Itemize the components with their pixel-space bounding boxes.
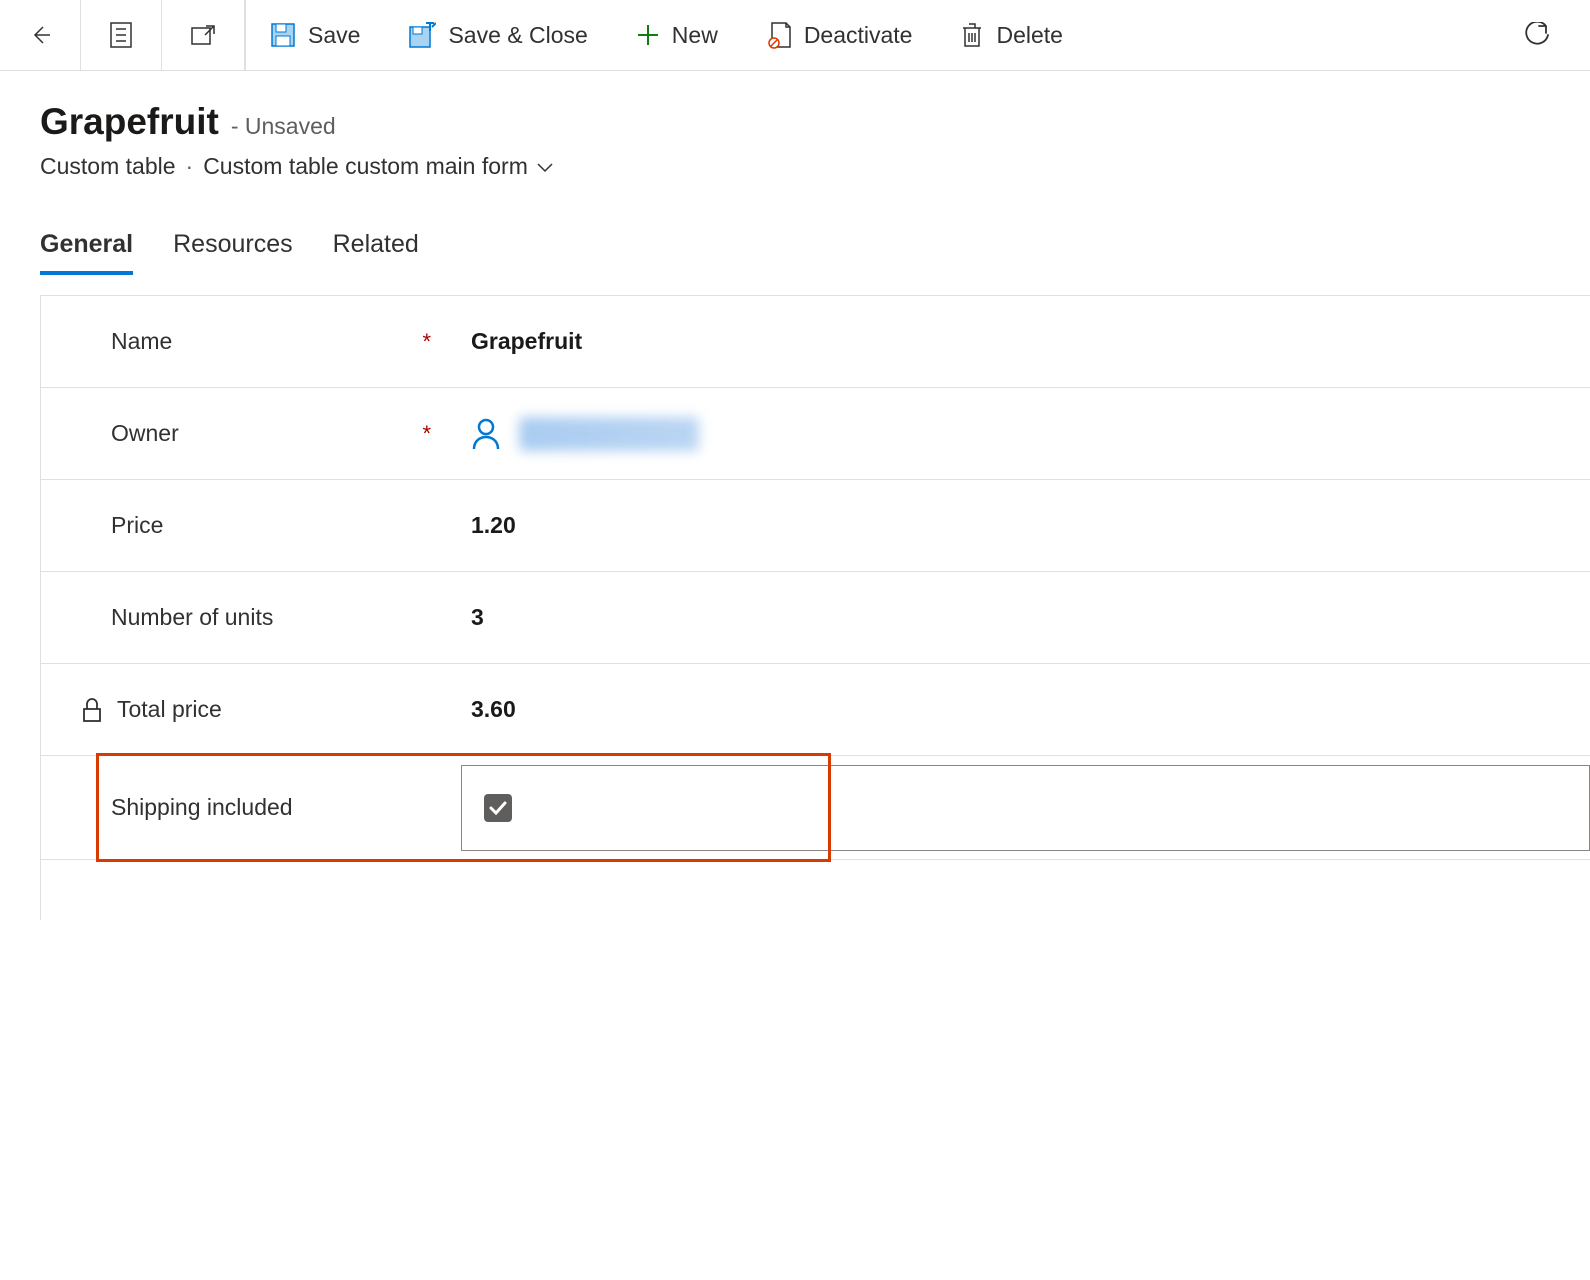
shipping-checkbox[interactable] (484, 794, 512, 822)
field-row-price: Price 1.20 (41, 480, 1590, 572)
refresh-button[interactable] (1500, 0, 1590, 70)
form-name: Custom table custom main form (203, 153, 528, 180)
popout-button[interactable] (162, 0, 245, 70)
back-button[interactable] (0, 0, 81, 70)
field-row-owner: Owner * (41, 388, 1590, 480)
back-arrow-icon (28, 23, 52, 47)
tab-resources[interactable]: Resources (173, 230, 293, 275)
save-status: - Unsaved (231, 113, 336, 140)
separator-dot: · (186, 153, 194, 180)
page-header: Grapefruit - Unsaved Custom table · Cust… (0, 71, 1590, 190)
checkmark-icon (489, 801, 507, 815)
price-input[interactable]: 1.20 (461, 512, 1590, 539)
chevron-down-icon (536, 161, 554, 173)
shipping-label: Shipping included (111, 794, 293, 821)
form-list-button[interactable] (81, 0, 162, 70)
field-row-units: Number of units 3 (41, 572, 1590, 664)
required-indicator: * (422, 421, 431, 447)
total-value-readonly: 3.60 (461, 696, 1590, 723)
tab-list: General Resources Related (0, 190, 1590, 275)
field-row-total-price: Total price 3.60 (41, 664, 1590, 756)
plus-icon (636, 23, 660, 47)
save-icon (270, 22, 296, 48)
units-label: Number of units (111, 604, 273, 631)
shipping-checkbox-wrapper[interactable] (461, 765, 1590, 851)
units-value: 3 (471, 604, 484, 631)
lock-icon (81, 697, 103, 723)
field-row-name: Name * Grapefruit (41, 296, 1590, 388)
save-button[interactable]: Save (246, 0, 384, 70)
owner-value-redacted (519, 417, 699, 451)
new-button[interactable]: New (612, 0, 742, 70)
total-value: 3.60 (471, 696, 516, 723)
price-label: Price (111, 512, 163, 539)
new-label: New (672, 22, 718, 49)
delete-button[interactable]: Delete (936, 0, 1086, 70)
form-selector[interactable]: Custom table custom main form (203, 153, 554, 180)
field-row-shipping: Shipping included (41, 756, 1590, 860)
trash-icon (960, 22, 984, 48)
owner-label: Owner (111, 420, 179, 447)
tab-related[interactable]: Related (333, 230, 419, 275)
entity-name: Custom table (40, 153, 176, 180)
delete-label: Delete (996, 22, 1062, 49)
name-input[interactable]: Grapefruit (461, 328, 1590, 355)
name-label: Name (111, 328, 172, 355)
deactivate-icon (766, 21, 792, 49)
command-bar: Save Save & Close New Deactivate Delete (0, 0, 1590, 71)
save-close-label: Save & Close (448, 22, 587, 49)
units-input[interactable]: 3 (461, 604, 1590, 631)
total-label: Total price (117, 696, 222, 723)
save-label: Save (308, 22, 360, 49)
name-value: Grapefruit (471, 328, 582, 355)
tab-general[interactable]: General (40, 230, 133, 275)
deactivate-label: Deactivate (804, 22, 913, 49)
price-value: 1.20 (471, 512, 516, 539)
record-title: Grapefruit (40, 101, 219, 143)
list-icon (109, 21, 133, 49)
person-icon (471, 417, 501, 451)
deactivate-button[interactable]: Deactivate (742, 0, 937, 70)
owner-lookup[interactable] (461, 417, 1590, 451)
required-indicator: * (422, 329, 431, 355)
save-close-icon (408, 21, 436, 49)
form-body: Name * Grapefruit Owner * Price 1.20 Num… (40, 295, 1590, 920)
popout-icon (190, 24, 216, 46)
save-close-button[interactable]: Save & Close (384, 0, 611, 70)
refresh-icon (1524, 22, 1550, 48)
